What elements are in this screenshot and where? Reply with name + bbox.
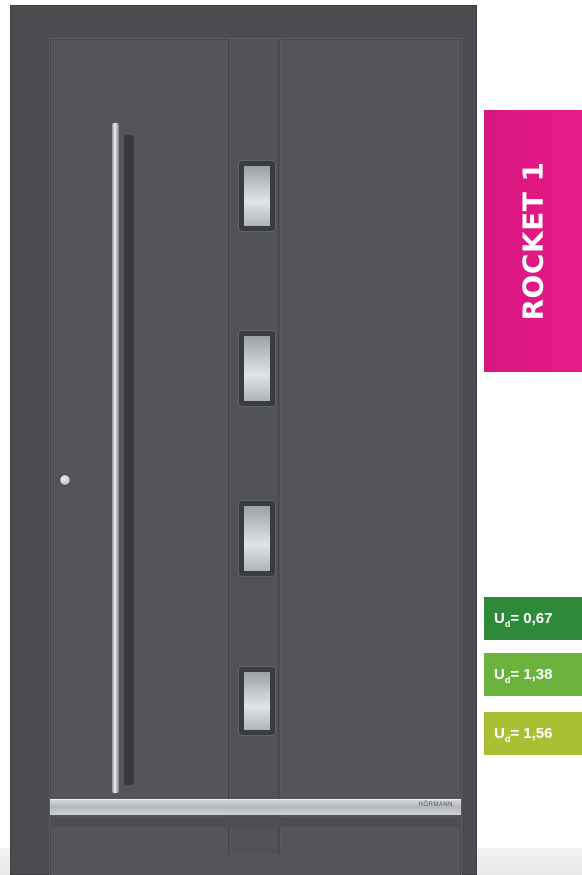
bottom-rail — [50, 817, 461, 827]
u-subscript: d — [504, 733, 511, 744]
glass-window-2 — [239, 331, 275, 406]
u-value-badge-1: Ud = 0,67 — [484, 597, 582, 640]
u-subscript: d — [504, 618, 511, 629]
kickplate: HÖRMANN — [50, 799, 461, 815]
u-symbol: U — [494, 725, 505, 742]
u-value: = 1,56 — [510, 725, 553, 742]
u-value-badge-3: Ud = 1,56 — [484, 712, 582, 755]
u-value: = 1,38 — [510, 666, 553, 683]
door-leaf: HÖRMANN — [50, 39, 461, 875]
glass-window-4 — [239, 667, 275, 735]
u-value-badge-2: Ud = 1,38 — [484, 653, 582, 696]
model-name: ROCKET 1 — [516, 161, 550, 321]
u-symbol: U — [494, 610, 505, 627]
product-image: HÖRMANN ROCKET 1 Ud = 0,67 Ud = 1,38 Ud = 1… — [0, 0, 582, 875]
handle-shadow — [124, 135, 134, 785]
brand-mark: HÖRMANN — [418, 802, 453, 808]
glass-window-1 — [239, 161, 275, 231]
stainless-handle-bar — [112, 123, 119, 793]
door-groove-right — [278, 39, 281, 854]
door-frame: HÖRMANN — [10, 5, 477, 875]
lock-cylinder-icon — [60, 475, 70, 485]
door-groove-left — [228, 39, 231, 854]
u-subscript: d — [504, 674, 511, 685]
u-value: = 0,67 — [510, 610, 553, 627]
u-symbol: U — [494, 666, 505, 683]
glass-window-3 — [239, 501, 275, 576]
model-name-tag: ROCKET 1 — [484, 110, 582, 372]
